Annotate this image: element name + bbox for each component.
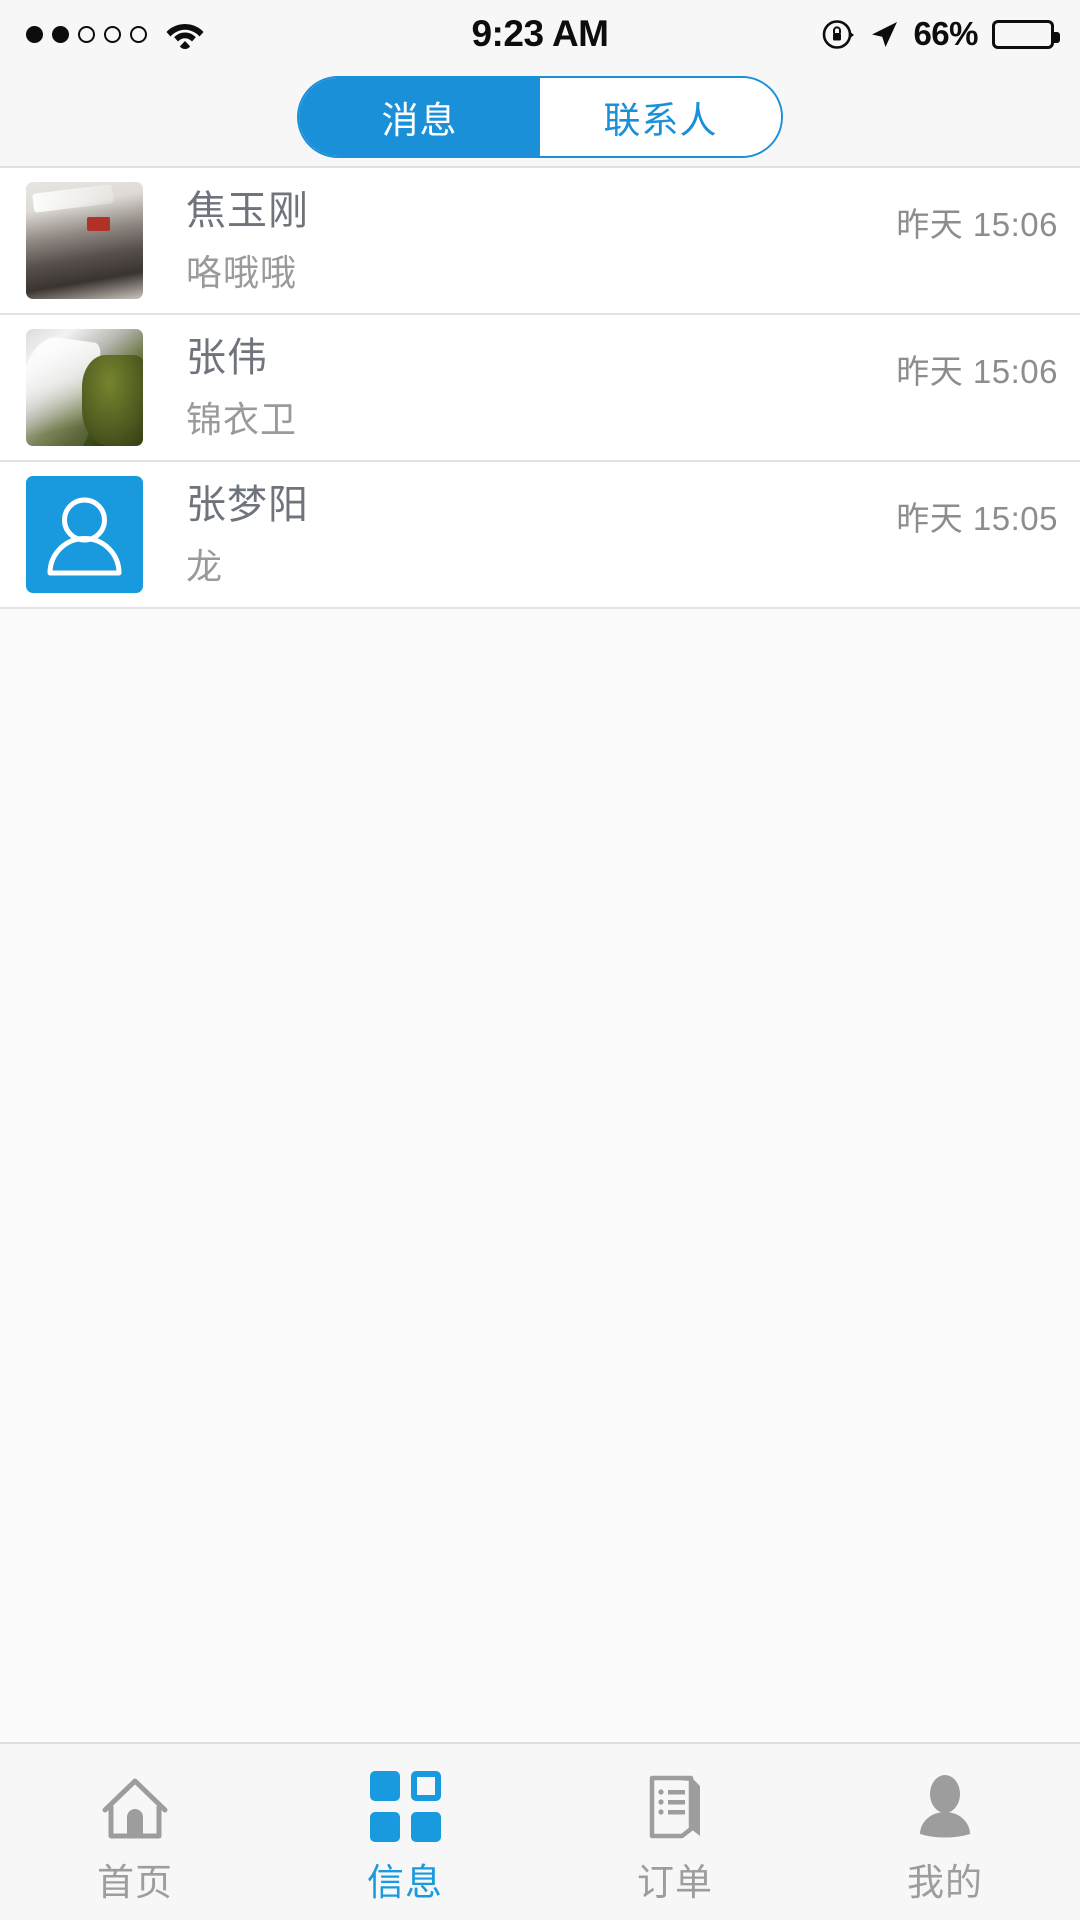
grid-square-top-right (410, 1770, 441, 1801)
person-icon (912, 1770, 978, 1842)
bottom-tab-bar: 首页 信息 订单 我的 (0, 1742, 1080, 1920)
grid-square-bottom-left (369, 1811, 400, 1842)
message-preview: 咯哦哦 (186, 251, 298, 293)
grid-square-bottom-right (410, 1811, 441, 1842)
contact-name: 焦玉刚 (186, 188, 309, 233)
avatar-photo-meeting[interactable] (26, 182, 143, 299)
contact-name: 张梦阳 (186, 482, 309, 527)
contact-name: 张伟 (186, 335, 268, 380)
tab-bar-label-home: 首页 (97, 1861, 173, 1903)
receipt-icon (642, 1770, 708, 1842)
message-item-text: 焦玉刚 咯哦哦 (186, 191, 896, 291)
tab-bar-item-messages[interactable]: 信息 (270, 1744, 540, 1920)
tab-contacts[interactable]: 联系人 (540, 78, 781, 156)
avatar-default-person[interactable] (26, 476, 143, 593)
message-item-text: 张伟 锦衣卫 (186, 338, 896, 438)
rotation-lock-icon (822, 18, 855, 51)
message-item-text: 张梦阳 龙 (186, 485, 896, 585)
segmented-control[interactable]: 消息 联系人 (297, 76, 783, 158)
tab-bar-item-orders[interactable]: 订单 (540, 1744, 810, 1920)
message-timestamp: 昨天 15:06 (896, 353, 1058, 390)
person-silhouette-icon (47, 497, 122, 576)
message-list[interactable]: 焦玉刚 咯哦哦 昨天 15:06 张伟 锦衣卫 昨天 15:06 张梦阳 龙 昨… (0, 168, 1080, 1742)
tab-bar-item-profile[interactable]: 我的 (810, 1744, 1080, 1920)
home-icon (99, 1770, 171, 1842)
tab-messages[interactable]: 消息 (299, 78, 540, 156)
app-screen: 9:23 AM 66% 消息 联系人 焦玉刚 咯哦哦 昨天 15:06 张伟 锦… (0, 0, 1080, 1920)
message-list-item[interactable]: 焦玉刚 咯哦哦 昨天 15:06 (0, 168, 1080, 315)
status-bar: 9:23 AM 66% (0, 0, 1080, 68)
message-preview: 龙 (186, 545, 224, 587)
segmented-control-bar: 消息 联系人 (0, 68, 1080, 168)
battery-icon (992, 19, 1060, 49)
tab-bar-item-home[interactable]: 首页 (0, 1744, 270, 1920)
location-arrow-icon (869, 19, 899, 49)
message-list-item[interactable]: 张伟 锦衣卫 昨天 15:06 (0, 315, 1080, 462)
tab-bar-label-messages: 信息 (367, 1861, 443, 1903)
battery-percent-label: 66% (913, 15, 978, 52)
message-timestamp: 昨天 15:06 (896, 206, 1058, 243)
grid-icon (369, 1770, 441, 1842)
tab-bar-label-profile: 我的 (907, 1861, 983, 1903)
status-bar-right: 66% (822, 15, 1060, 53)
message-list-item[interactable]: 张梦阳 龙 昨天 15:05 (0, 462, 1080, 609)
message-timestamp: 昨天 15:05 (896, 500, 1058, 537)
grid-square-top-left (369, 1770, 400, 1801)
message-preview: 锦衣卫 (186, 398, 298, 440)
avatar-photo-waterfall[interactable] (26, 329, 143, 446)
tab-bar-label-orders: 订单 (637, 1861, 713, 1903)
